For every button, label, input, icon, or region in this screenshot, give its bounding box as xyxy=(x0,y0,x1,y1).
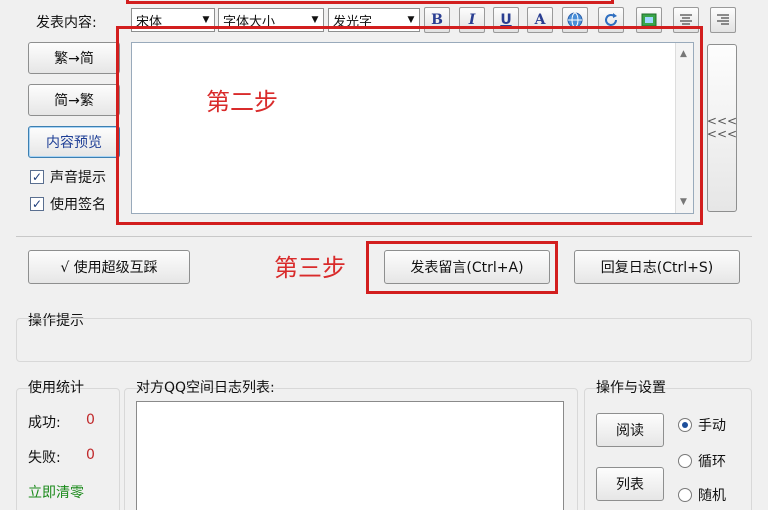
post-comment-button[interactable]: 发表留言(Ctrl+A) xyxy=(384,250,550,284)
radio-random-label: 随机 xyxy=(698,488,726,504)
underline-icon: U xyxy=(500,12,512,28)
align-center-icon xyxy=(680,14,692,25)
trad-to-simp-button[interactable]: 繁→简 xyxy=(28,42,120,74)
success-count: 0 xyxy=(86,412,95,428)
insert-link-button[interactable] xyxy=(562,7,588,33)
font-family-value: 宋体 xyxy=(136,14,163,30)
signature-label: 使用签名 xyxy=(50,197,106,213)
editor-scrollbar[interactable]: ▲ ▼ xyxy=(675,43,693,213)
refresh-icon xyxy=(605,13,617,26)
op-hint-panel xyxy=(16,318,752,362)
font-color-button[interactable]: A xyxy=(527,7,553,33)
font-size-value: 字体大小 xyxy=(223,14,276,30)
read-button[interactable]: 阅读 xyxy=(596,413,664,447)
log-listbox[interactable] xyxy=(136,401,564,510)
chevron-down-icon: ▼ xyxy=(311,15,319,25)
step3-annotation: 第三步 xyxy=(274,254,346,282)
align-right-button[interactable] xyxy=(710,7,736,33)
radio-manual-label: 手动 xyxy=(698,418,726,434)
scroll-up-icon[interactable]: ▲ xyxy=(680,49,687,59)
font-color-icon: A xyxy=(534,12,546,28)
list-button[interactable]: 列表 xyxy=(596,467,664,501)
signature-checkbox[interactable]: ✓ xyxy=(30,197,44,211)
scroll-down-icon[interactable]: ▼ xyxy=(680,197,687,207)
font-family-select[interactable]: 宋体 ▼ xyxy=(131,8,215,32)
super-interact-button[interactable]: √ 使用超级互踩 xyxy=(28,250,190,284)
chevron-down-icon: ▼ xyxy=(202,15,210,25)
italic-button[interactable]: I xyxy=(459,7,485,33)
bold-icon: B xyxy=(431,12,443,28)
content-editor[interactable]: ▲ ▼ xyxy=(131,42,694,214)
preview-button[interactable]: 内容预览 xyxy=(28,126,120,158)
radio-random[interactable] xyxy=(678,488,692,502)
section-divider xyxy=(16,236,752,237)
glow-text-value: 发光字 xyxy=(333,14,373,30)
double-chevron-left-icon: <<< <<< xyxy=(706,113,738,141)
settings-title: 操作与设置 xyxy=(596,380,666,396)
success-label: 成功: xyxy=(28,415,61,431)
reply-log-button[interactable]: 回复日志(Ctrl+S) xyxy=(574,250,740,284)
globe-icon xyxy=(567,12,583,28)
simp-to-trad-button[interactable]: 简→繁 xyxy=(28,84,120,116)
insert-image-button[interactable] xyxy=(636,7,662,33)
fail-label: 失败: xyxy=(28,450,61,466)
reset-link[interactable]: 立即清零 xyxy=(28,482,84,502)
fail-count: 0 xyxy=(86,447,95,463)
font-size-select[interactable]: 字体大小 ▼ xyxy=(218,8,324,32)
sound-label: 声音提示 xyxy=(50,170,106,186)
image-icon xyxy=(641,13,657,27)
align-right-icon xyxy=(717,14,729,25)
log-list-title: 对方QQ空间日志列表: xyxy=(136,380,275,396)
step2-annotation: 第二步 xyxy=(206,88,278,116)
radio-manual[interactable] xyxy=(678,418,692,432)
italic-icon: I xyxy=(468,12,476,28)
underline-button[interactable]: U xyxy=(493,7,519,33)
sound-checkbox[interactable]: ✓ xyxy=(30,170,44,184)
bold-button[interactable]: B xyxy=(424,7,450,33)
content-label: 发表内容: xyxy=(36,15,97,31)
refresh-button[interactable] xyxy=(598,7,624,33)
radio-loop-label: 循环 xyxy=(698,454,726,470)
stats-title: 使用统计 xyxy=(28,380,84,396)
align-center-button[interactable] xyxy=(673,7,699,33)
radio-loop[interactable] xyxy=(678,454,692,468)
collapse-panel-button[interactable]: <<< <<< xyxy=(707,44,737,212)
chevron-down-icon: ▼ xyxy=(407,15,415,25)
glow-text-select[interactable]: 发光字 ▼ xyxy=(328,8,420,32)
top-highlight-box xyxy=(126,0,614,4)
